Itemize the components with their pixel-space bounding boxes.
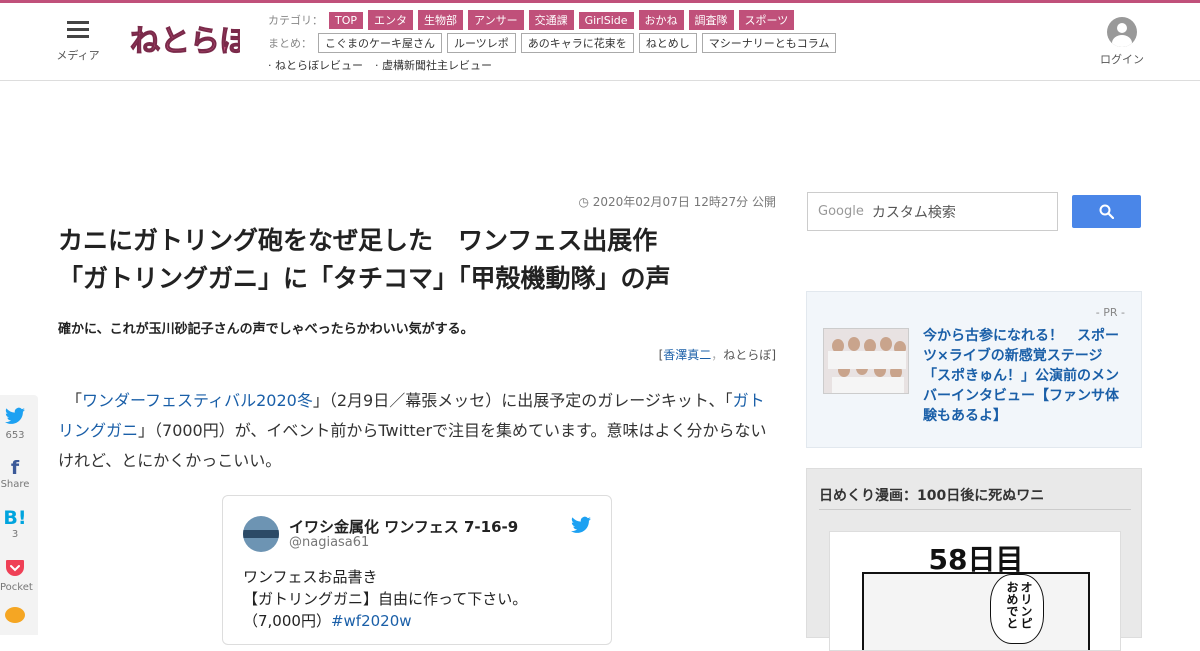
paragraph-text: 」（2月9日／幕張メッセ）に出展予定のガレージキット、「: [312, 391, 733, 410]
site-logo[interactable]: ねとらぼ: [128, 17, 252, 63]
user-avatar-icon: [1107, 17, 1137, 47]
media-menu-button[interactable]: メディア: [55, 21, 101, 63]
wonder-festival-link[interactable]: ワンダーフェスティバル2020冬: [82, 391, 313, 410]
article-title: カニにガトリング砲をなぜ足した ワンフェス出展作 「ガトリングガニ」に「タチコマ…: [58, 222, 778, 298]
category-tab[interactable]: スポーツ: [738, 10, 795, 30]
article-paragraph: 「ワンダーフェスティバル2020冬」（2月9日／幕張メッセ）に出展予定のガレージ…: [58, 386, 776, 476]
site-header: メディア ねとらぼ カテゴリ： TOP エンタ 生物部 アンサー 交通課 Gir…: [0, 3, 1200, 81]
article-title-line: 「ガトリングガニ」に「タチコマ」「甲殻機動隊」の声: [58, 264, 671, 293]
tweet-line: 【ガトリングガニ】自由に作って下さい。: [243, 590, 528, 608]
twitter-share-button[interactable]: 653: [0, 407, 30, 441]
summary-link[interactable]: マシーナリーともコラム: [701, 33, 837, 53]
category-tab[interactable]: エンタ: [368, 10, 414, 30]
comic-thumbnail[interactable]: 58日目 オリンピおめでと: [829, 531, 1121, 651]
category-tab[interactable]: 調査隊: [688, 10, 734, 30]
nlab-logo-icon: ねとらぼ: [130, 24, 252, 60]
login-button[interactable]: ログイン: [1098, 17, 1146, 67]
category-tab[interactable]: 交通課: [528, 10, 574, 30]
article-subtitle: 確かに、これが玉川砂記子さんの声でしゃべったらかわいい気がする。: [58, 322, 474, 337]
search-icon: [1099, 204, 1114, 219]
speech-bubble-icon: [0, 607, 30, 630]
pr-article-link[interactable]: 今から古参になれる！ スポーツ×ライブの新感覚ステージ「スポきゅん！」公演前のメ…: [923, 326, 1127, 426]
review-nav: · ねとらぼレビュー · 虚構新聞社主レビュー: [268, 57, 504, 73]
tweet-line: ワンフェスお品書き: [243, 568, 378, 586]
embedded-tweet[interactable]: イワシ金属化 ワンフェス 7-16-9 @nagiasa61 ワンフェスお品書き…: [222, 495, 612, 645]
summary-nav: まとめ： こぐまのケーキ屋さん ルーツレポ あのキャラに花束を ねとめし マシー…: [268, 33, 841, 53]
divider: [819, 509, 1131, 510]
facebook-share-label: Share: [0, 479, 30, 490]
publish-date: ◷ 2020年02月07日 12時27分 公開: [560, 193, 776, 210]
review-link[interactable]: · 虚構新聞社主レビュー: [375, 57, 492, 73]
comic-panel: オリンピおめでと: [862, 572, 1090, 650]
hatena-bookmark-button[interactable]: B! 3: [0, 507, 30, 540]
facebook-share-button[interactable]: f Share: [0, 457, 30, 490]
tweet-author-handle[interactable]: @nagiasa61: [289, 535, 369, 550]
category-tab[interactable]: 生物部: [418, 10, 464, 30]
twitter-share-count: 653: [5, 430, 25, 441]
category-tab[interactable]: TOP: [329, 11, 364, 29]
search-button[interactable]: [1072, 195, 1141, 228]
logo-text: ねとらぼ: [130, 24, 240, 59]
pr-label: - PR -: [1095, 306, 1125, 319]
twitter-icon: [0, 407, 30, 430]
comic-box: 日めくり漫画：100日後に死ぬワニ 58日目 オリンピおめでと: [806, 468, 1142, 651]
comic-title[interactable]: 日めくり漫画：100日後に死ぬワニ: [819, 485, 1044, 505]
summary-link[interactable]: ルーツレポ: [447, 33, 516, 53]
tweet-hashtag[interactable]: #wf2020w: [331, 612, 412, 630]
author-link[interactable]: 香澤真二: [663, 348, 711, 362]
pocket-label: Pocket: [0, 582, 33, 593]
google-logo: Google: [818, 204, 864, 219]
comic-speech-bubble: オリンピおめでと: [990, 574, 1044, 644]
paragraph-text: 」（7000円）が、イベント前からTwitterで注目を集めています。意味はよく…: [58, 421, 767, 470]
category-tab[interactable]: GirlSide: [578, 11, 634, 29]
pocket-button[interactable]: Pocket: [0, 559, 33, 593]
summary-label: まとめ：: [268, 37, 312, 50]
login-label: ログイン: [1100, 53, 1144, 66]
tweet-avatar[interactable]: [243, 516, 279, 552]
byline-separator: ，: [711, 348, 724, 362]
byline-bracket: ]: [771, 348, 776, 362]
category-tab[interactable]: アンサー: [468, 10, 524, 30]
paragraph-text: 「: [58, 391, 83, 410]
clock-icon: ◷: [578, 195, 593, 209]
summary-link[interactable]: こぐまのケーキ屋さん: [318, 33, 442, 53]
category-nav: カテゴリ： TOP エンタ 生物部 アンサー 交通課 GirlSide おかね …: [268, 10, 799, 30]
article-byline: [香澤真二，ねとらぼ]: [560, 346, 776, 363]
review-link[interactable]: · ねとらぼレビュー: [268, 57, 363, 73]
media-menu-label: メディア: [56, 49, 100, 62]
line-share-button[interactable]: [0, 607, 30, 630]
category-label: カテゴリ：: [268, 14, 323, 27]
hatena-icon: B!: [3, 507, 27, 529]
review-link-label: ねとらぼレビュー: [275, 59, 363, 72]
summary-link[interactable]: あのキャラに花束を: [520, 33, 634, 53]
twitter-icon[interactable]: [571, 516, 591, 534]
search-placeholder: カスタム検索: [871, 204, 956, 221]
category-tab[interactable]: おかね: [638, 10, 684, 30]
publish-date-text: 2020年02月07日 12時27分 公開: [592, 195, 776, 209]
summary-link[interactable]: ねとめし: [638, 33, 697, 53]
pr-thumbnail[interactable]: [823, 328, 909, 394]
tweet-text: ワンフェスお品書き 【ガトリングガニ】自由に作って下さい。 （7,000円）#w…: [243, 566, 527, 632]
pocket-icon: [0, 559, 30, 582]
review-link-label: 虚構新聞社主レビュー: [382, 59, 492, 72]
search-input[interactable]: Google カスタム検索: [807, 192, 1058, 231]
tweet-author-name[interactable]: イワシ金属化 ワンフェス 7-16-9: [289, 516, 518, 537]
hatena-bookmark-count: 3: [11, 529, 19, 540]
pr-box: - PR - 今から古参になれる！ スポーツ×ライブの新感覚ステージ「スポきゅん…: [806, 291, 1142, 448]
facebook-icon: f: [10, 457, 20, 479]
hamburger-icon: [67, 21, 89, 39]
tweet-line: （7,000円）: [243, 612, 331, 630]
byline-site: ねとらぼ: [723, 348, 772, 362]
share-bar: 653 f Share B! 3 Pocket: [0, 395, 38, 635]
article-title-line: カニにガトリング砲をなぜ足した ワンフェス出展作: [58, 226, 658, 255]
